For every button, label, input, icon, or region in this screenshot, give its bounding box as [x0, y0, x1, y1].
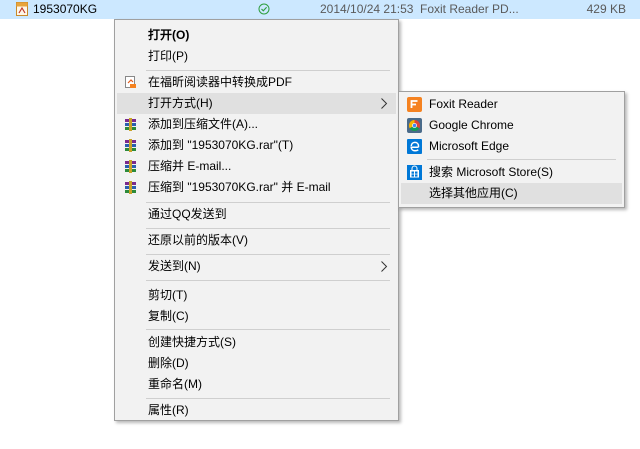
menu-item-convert-pdf-label: 在福昕阅读器中转换成PDF — [148, 75, 293, 89]
submenu-item-store[interactable]: 搜索 Microsoft Store(S) — [401, 162, 622, 183]
file-size: 429 KB — [586, 2, 626, 16]
menu-item-add-to-rar-label: 添加到 "1953070KG.rar"(T) — [148, 138, 294, 152]
submenu-item-edge-label: Microsoft Edge — [429, 139, 510, 153]
menu-item-copy[interactable]: 复制(C) — [117, 306, 396, 327]
submenu-item-foxit-label: Foxit Reader — [429, 97, 498, 111]
menu-separator — [146, 228, 390, 229]
menu-item-properties-label: 属性(R) — [148, 403, 189, 417]
menu-item-open[interactable]: 打开(O) — [117, 25, 396, 46]
menu-item-cut-label: 剪切(T) — [148, 288, 188, 302]
menu-item-add-archive[interactable]: 添加到压缩文件(A)... — [117, 114, 396, 135]
submenu-item-chrome[interactable]: Google Chrome — [401, 115, 622, 136]
menu-separator — [146, 329, 390, 330]
menu-item-copy-label: 复制(C) — [148, 309, 189, 323]
submenu-item-foxit[interactable]: Foxit Reader — [401, 94, 622, 115]
menu-item-add-archive-label: 添加到压缩文件(A)... — [148, 117, 258, 131]
menu-item-send-to[interactable]: 发送到(N) — [117, 256, 396, 277]
menu-item-send-to-label: 发送到(N) — [148, 259, 201, 273]
winrar-icon — [125, 139, 136, 152]
file-date: 2014/10/24 21:53 — [320, 2, 414, 16]
menu-item-compress-rar-email[interactable]: 压缩到 "1953070KG.rar" 并 E-mail — [117, 177, 396, 198]
menu-separator — [146, 254, 390, 255]
file-type: Foxit Reader PD... — [420, 2, 519, 16]
submenu-item-other-app-label: 选择其他应用(C) — [429, 186, 518, 200]
chevron-right-icon — [381, 98, 388, 109]
menu-item-restore-versions[interactable]: 还原以前的版本(V) — [117, 230, 396, 251]
menu-item-compress-email-label: 压缩并 E-mail... — [148, 159, 232, 173]
menu-item-compress-email[interactable]: 压缩并 E-mail... — [117, 156, 396, 177]
menu-separator — [146, 398, 390, 399]
menu-item-delete-label: 删除(D) — [148, 356, 189, 370]
winrar-icon — [125, 181, 136, 194]
submenu-item-other-app[interactable]: 选择其他应用(C) — [401, 183, 622, 204]
menu-item-cut[interactable]: 剪切(T) — [117, 285, 396, 306]
submenu-item-edge[interactable]: Microsoft Edge — [401, 136, 622, 157]
open-with-submenu: Foxit Reader Google Chrome Microsoft Edg… — [398, 91, 625, 208]
winrar-icon — [125, 118, 136, 131]
menu-separator — [146, 202, 390, 203]
menu-item-create-shortcut[interactable]: 创建快捷方式(S) — [117, 332, 396, 353]
winrar-icon — [125, 160, 136, 173]
microsoft-edge-icon — [407, 139, 422, 154]
menu-item-print[interactable]: 打印(P) — [117, 46, 396, 67]
pdf-convert-icon — [125, 76, 136, 88]
menu-item-rename[interactable]: 重命名(M) — [117, 374, 396, 395]
menu-item-open-with[interactable]: 打开方式(H) — [117, 93, 396, 114]
submenu-item-chrome-label: Google Chrome — [429, 118, 514, 132]
foxit-reader-icon — [407, 97, 422, 112]
menu-item-print-label: 打印(P) — [148, 49, 188, 63]
submenu-item-store-label: 搜索 Microsoft Store(S) — [429, 165, 554, 179]
menu-item-compress-rar-email-label: 压缩到 "1953070KG.rar" 并 E-mail — [148, 180, 331, 194]
menu-item-delete[interactable]: 删除(D) — [117, 353, 396, 374]
menu-item-rename-label: 重命名(M) — [148, 377, 202, 391]
menu-separator — [146, 280, 390, 281]
chevron-right-icon — [381, 261, 388, 272]
sync-status-icon — [258, 3, 270, 15]
file-row[interactable]: 1953070KG 2014/10/24 21:53 Foxit Reader … — [0, 0, 640, 19]
context-menu: 打开(O) 打印(P) 在福昕阅读器中转换成PDF 打开方式(H) 添加到压缩文… — [114, 19, 399, 421]
microsoft-store-icon — [407, 165, 422, 180]
menu-item-create-shortcut-label: 创建快捷方式(S) — [148, 335, 236, 349]
menu-separator — [146, 70, 390, 71]
menu-item-restore-versions-label: 还原以前的版本(V) — [148, 233, 248, 247]
google-chrome-icon — [407, 118, 422, 133]
menu-item-send-qq[interactable]: 通过QQ发送到 — [117, 204, 396, 225]
file-name: 1953070KG — [33, 2, 98, 16]
submenu-separator — [427, 159, 616, 160]
menu-item-convert-pdf[interactable]: 在福昕阅读器中转换成PDF — [117, 72, 396, 93]
menu-item-open-label: 打开(O) — [148, 28, 190, 42]
menu-item-properties[interactable]: 属性(R) — [117, 400, 396, 421]
menu-item-add-to-rar[interactable]: 添加到 "1953070KG.rar"(T) — [117, 135, 396, 156]
pdf-file-icon — [16, 2, 28, 16]
menu-item-open-with-label: 打开方式(H) — [148, 96, 213, 110]
menu-item-send-qq-label: 通过QQ发送到 — [148, 207, 227, 221]
